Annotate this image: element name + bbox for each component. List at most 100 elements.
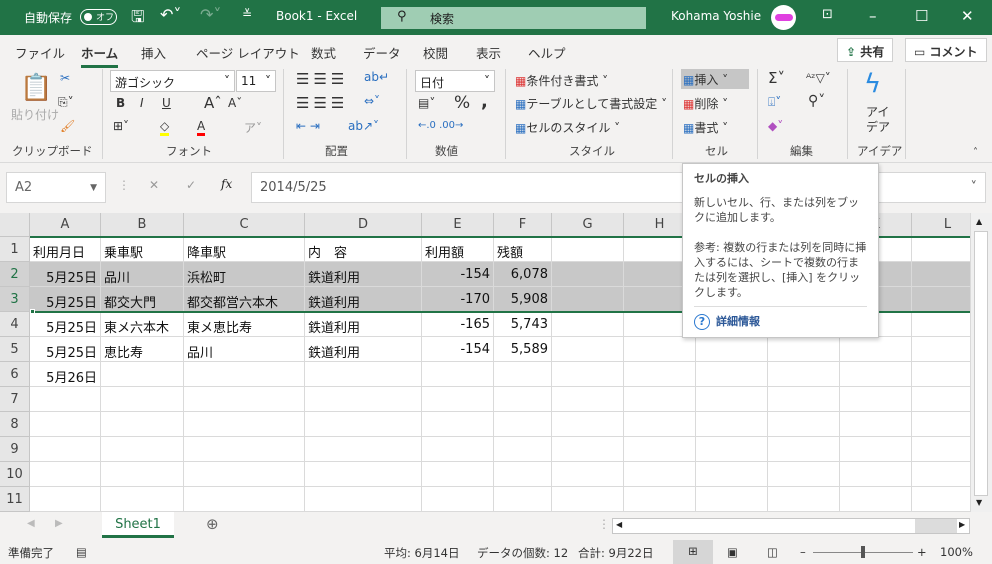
- autosum-button[interactable]: Σ˅: [768, 69, 785, 87]
- row-header-10[interactable]: 10: [0, 462, 30, 487]
- sort-filter-icon[interactable]: ᴬᶻ▽˅: [806, 71, 831, 85]
- find-icon[interactable]: ⚲˅: [808, 93, 825, 109]
- cell-D1[interactable]: 内 容: [305, 237, 422, 262]
- cell-E7[interactable]: [422, 387, 494, 412]
- tab-page-layout[interactable]: ページ レイアウト: [196, 43, 300, 62]
- page-layout-view-icon[interactable]: ▣: [727, 545, 738, 559]
- cell-C6[interactable]: [184, 362, 305, 387]
- column-header-D[interactable]: D: [305, 213, 422, 237]
- format-as-table-button[interactable]: ▦テーブルとして書式設定 ˅: [515, 95, 667, 112]
- cell-C7[interactable]: [184, 387, 305, 412]
- font-name-combo[interactable]: 游ゴシック ˅: [110, 70, 235, 92]
- cell-F9[interactable]: [494, 437, 552, 462]
- cell-D2[interactable]: 鉄道利用: [305, 262, 422, 287]
- cell-I9[interactable]: [696, 437, 768, 462]
- cell-D11[interactable]: [305, 487, 422, 512]
- cell-D3[interactable]: 鉄道利用: [305, 287, 422, 312]
- row-header-1[interactable]: 1: [0, 237, 30, 262]
- cell-F4[interactable]: 5,743: [494, 312, 552, 337]
- cell-F11[interactable]: [494, 487, 552, 512]
- cell-G9[interactable]: [552, 437, 624, 462]
- row-header-4[interactable]: 4: [0, 312, 30, 337]
- cell-A1[interactable]: 利用月日: [30, 237, 101, 262]
- share-button[interactable]: ⇪ 共有: [837, 38, 894, 62]
- insert-function-button[interactable]: fx: [221, 177, 232, 191]
- cell-K6[interactable]: [840, 362, 912, 387]
- accounting-icon[interactable]: ▤˅: [418, 96, 435, 110]
- increase-font-icon[interactable]: Aˆ: [204, 94, 222, 112]
- column-header-E[interactable]: E: [422, 213, 494, 237]
- copy-icon[interactable]: ⎘˅: [58, 95, 74, 110]
- more-info-link[interactable]: 詳細情報: [716, 315, 760, 328]
- font-size-combo[interactable]: 11 ˅: [236, 70, 276, 92]
- name-box[interactable]: A2 ▼: [6, 172, 106, 203]
- cell-I5[interactable]: [696, 337, 768, 362]
- prev-sheet-icon[interactable]: ◀: [27, 518, 35, 529]
- cell-G11[interactable]: [552, 487, 624, 512]
- user-name[interactable]: Kohama Yoshie: [671, 9, 761, 23]
- cell-B9[interactable]: [101, 437, 184, 462]
- cell-G5[interactable]: [552, 337, 624, 362]
- column-header-C[interactable]: C: [184, 213, 305, 237]
- cell-K10[interactable]: [840, 462, 912, 487]
- cell-B7[interactable]: [101, 387, 184, 412]
- close-icon[interactable]: ✕: [961, 7, 974, 25]
- tab-formulas[interactable]: 数式: [311, 43, 336, 62]
- cell-G8[interactable]: [552, 412, 624, 437]
- cell-J11[interactable]: [768, 487, 840, 512]
- cell-E8[interactable]: [422, 412, 494, 437]
- zoom-level[interactable]: 100%: [940, 545, 973, 559]
- row-header-6[interactable]: 6: [0, 362, 30, 387]
- cell-D10[interactable]: [305, 462, 422, 487]
- cell-F7[interactable]: [494, 387, 552, 412]
- cell-A10[interactable]: [30, 462, 101, 487]
- column-header-A[interactable]: A: [30, 213, 101, 237]
- cell-H10[interactable]: [624, 462, 696, 487]
- scroll-right-icon[interactable]: ▶: [959, 520, 965, 529]
- row-header-8[interactable]: 8: [0, 412, 30, 437]
- cell-G6[interactable]: [552, 362, 624, 387]
- cell-J10[interactable]: [768, 462, 840, 487]
- tab-data[interactable]: データ: [363, 43, 401, 62]
- cell-A11[interactable]: [30, 487, 101, 512]
- cell-C2[interactable]: 浜松町: [184, 262, 305, 287]
- row-header-3[interactable]: 3: [0, 287, 30, 312]
- row-header-2[interactable]: 2: [0, 262, 30, 287]
- cell-L5[interactable]: [912, 337, 970, 362]
- cell-D4[interactable]: 鉄道利用: [305, 312, 422, 337]
- search-box[interactable]: ⚲ 検索: [381, 7, 646, 29]
- save-icon[interactable]: 🖫: [131, 6, 145, 33]
- cell-D8[interactable]: [305, 412, 422, 437]
- cell-L9[interactable]: [912, 437, 970, 462]
- ribbon-display-icon[interactable]: ⊡: [822, 7, 833, 22]
- percent-button[interactable]: %: [454, 93, 470, 113]
- page-break-view-icon[interactable]: ◫: [767, 545, 778, 559]
- cell-F5[interactable]: 5,589: [494, 337, 552, 362]
- zoom-out-icon[interactable]: –: [800, 545, 806, 559]
- cell-H7[interactable]: [624, 387, 696, 412]
- indent-icons[interactable]: ⇤ ⇥: [296, 119, 320, 133]
- cell-C1[interactable]: 降車駅: [184, 237, 305, 262]
- cell-D5[interactable]: 鉄道利用: [305, 337, 422, 362]
- cell-K5[interactable]: [840, 337, 912, 362]
- scroll-down-icon[interactable]: ▼: [976, 498, 982, 507]
- cell-L3[interactable]: [912, 287, 970, 312]
- insert-cells-button[interactable]: ▦挿入 ˅: [681, 69, 749, 89]
- cell-G7[interactable]: [552, 387, 624, 412]
- horizontal-align-icons[interactable]: ☰☰☰: [296, 94, 348, 112]
- cell-A8[interactable]: [30, 412, 101, 437]
- cell-A5[interactable]: 5月25日: [30, 337, 101, 362]
- merge-center-icon[interactable]: ⇔˅: [364, 94, 380, 108]
- minimize-icon[interactable]: –: [869, 7, 877, 25]
- cell-H8[interactable]: [624, 412, 696, 437]
- format-painter-icon[interactable]: 🖌: [60, 119, 75, 133]
- wrap-text-icon[interactable]: ab↵: [364, 70, 389, 84]
- new-sheet-icon[interactable]: ⊕: [206, 515, 219, 533]
- cell-B11[interactable]: [101, 487, 184, 512]
- cell-A4[interactable]: 5月25日: [30, 312, 101, 337]
- cell-C11[interactable]: [184, 487, 305, 512]
- cell-L7[interactable]: [912, 387, 970, 412]
- cell-C5[interactable]: 品川: [184, 337, 305, 362]
- cell-B2[interactable]: 品川: [101, 262, 184, 287]
- maximize-icon[interactable]: ☐: [915, 7, 928, 25]
